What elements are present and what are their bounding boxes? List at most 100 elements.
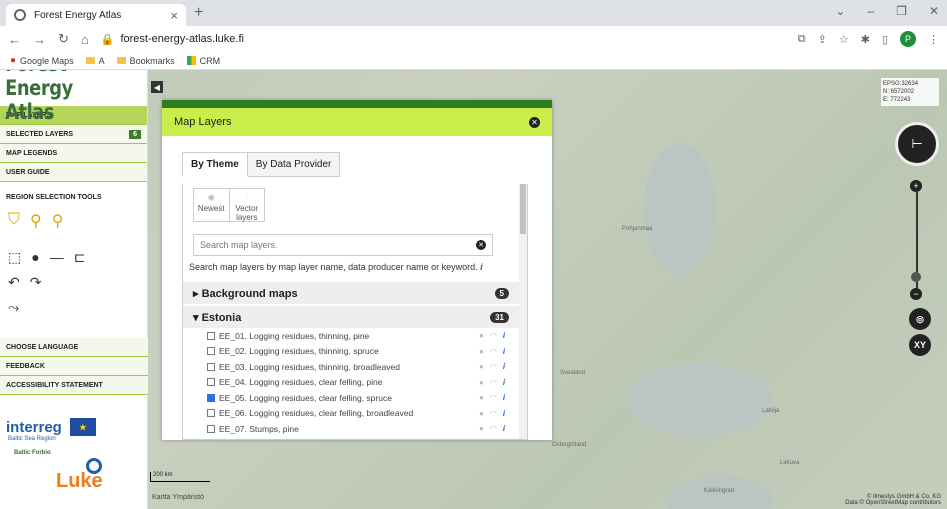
zoom-handle[interactable] [911, 272, 921, 282]
close-panel-icon[interactable]: ✕ [529, 116, 540, 128]
info-icon[interactable]: i [503, 362, 505, 371]
reload-icon[interactable]: ↻ [58, 31, 69, 47]
locate-me-button[interactable]: ◎ [909, 308, 931, 330]
app-logo[interactable]: Forest Energy Atlas [0, 70, 125, 124]
measure-icon[interactable]: ⤳ [8, 299, 19, 316]
zoom-slider[interactable]: + − [910, 180, 922, 300]
visibility-icon[interactable]: ◠ [490, 347, 497, 356]
opacity-icon[interactable]: ● [479, 347, 484, 356]
info-icon[interactable]: i [503, 424, 505, 433]
layer-row[interactable]: EE_04. Logging residues, clear felling, … [183, 375, 519, 391]
zoom-out-icon[interactable]: − [910, 288, 922, 300]
visibility-icon[interactable]: ◠ [490, 331, 497, 340]
forward-icon[interactable]: → [33, 32, 46, 47]
close-window-icon[interactable]: ✕ [929, 4, 939, 18]
layer-row[interactable]: EE_03. Logging residues, thinning, broad… [183, 359, 519, 375]
line-select-icon[interactable]: — [50, 249, 64, 266]
info-icon[interactable]: i [480, 262, 483, 272]
opacity-icon[interactable]: ● [479, 378, 484, 387]
layer-checkbox[interactable] [207, 362, 215, 371]
tab-by-theme[interactable]: By Theme [182, 152, 248, 177]
layer-search-input[interactable]: Search map layers. ✕ [193, 234, 493, 256]
visibility-icon[interactable]: ◠ [490, 424, 497, 433]
opacity-icon[interactable]: ● [479, 362, 484, 371]
nav-user-guide[interactable]: USER GUIDE [0, 163, 147, 182]
xy-button[interactable]: XY [909, 334, 931, 356]
nav-choose-language[interactable]: CHOOSE LANGUAGE [0, 338, 148, 357]
address-bar[interactable]: 🔒 forest-energy-atlas.luke.fi [101, 29, 786, 49]
polygon-select-icon[interactable]: ⛉ [8, 211, 20, 231]
bookmark-google-maps[interactable]: ● Google Maps [10, 55, 74, 66]
scale-bar: 200 km [150, 472, 210, 482]
extension-icon[interactable]: ⧉ [798, 33, 806, 46]
panel-scrollbar[interactable] [519, 184, 527, 439]
bookmarks-bar: ● Google Maps A Bookmarks CRM [0, 52, 947, 70]
box-select-icon[interactable]: ⬚ [8, 249, 21, 266]
layer-checkbox[interactable] [207, 331, 215, 340]
home-icon[interactable]: ⌂ [81, 32, 89, 47]
layer-name: EE_02. Logging residues, thinning, spruc… [219, 346, 379, 357]
info-icon[interactable]: i [503, 393, 505, 402]
info-icon[interactable]: i [503, 347, 505, 356]
menu-icon[interactable]: ⋮ [928, 33, 939, 46]
chevron-down-icon[interactable]: ⌄ [835, 4, 845, 18]
close-tab-icon[interactable]: × [170, 8, 178, 23]
back-icon[interactable]: ← [8, 32, 21, 47]
scrollbar-thumb[interactable] [520, 184, 526, 234]
info-icon[interactable]: i [503, 409, 505, 418]
layer-row[interactable]: EE_05. Logging residues, clear felling, … [183, 390, 519, 406]
info-icon[interactable]: i [503, 331, 505, 340]
visibility-icon[interactable]: ◠ [490, 378, 497, 387]
bookmark-a[interactable]: A [85, 56, 105, 66]
layer-checkbox[interactable] [207, 424, 215, 433]
filter-vector-layers[interactable]: ⫶ Vector layers [228, 189, 265, 222]
point-select-icon[interactable]: ● [31, 249, 39, 266]
sidepanel-icon[interactable]: ▯ [882, 33, 888, 46]
tab-by-data-provider[interactable]: By Data Provider [247, 152, 341, 177]
layer-row[interactable]: EE_07. Stumps, pine ● ◠ i [183, 421, 519, 437]
layer-checkbox[interactable] [207, 409, 215, 418]
opacity-icon[interactable]: ● [479, 331, 484, 340]
share-icon[interactable]: ⇪ [818, 33, 827, 46]
group-background-maps[interactable]: ▸ Background maps 5 [183, 282, 519, 304]
layer-checkbox[interactable] [207, 378, 215, 387]
maximize-icon[interactable]: ❐ [896, 4, 907, 18]
minimize-icon[interactable]: – [867, 4, 874, 18]
profile-avatar[interactable]: P [900, 31, 916, 47]
layer-row[interactable]: EE_02. Logging residues, thinning, spruc… [183, 344, 519, 360]
opacity-icon[interactable]: ● [479, 424, 484, 433]
group-estonia[interactable]: ▾ Estonia 31 [183, 306, 519, 328]
layer-row[interactable]: EE_08. Stumps, spruce●◠i [183, 437, 519, 440]
visibility-icon[interactable]: ◠ [490, 393, 497, 402]
nav-selected-layers[interactable]: SELECTED LAYERS 6 [0, 125, 147, 144]
collapse-sidebar-button[interactable]: ◀ [151, 81, 163, 93]
browser-tab[interactable]: Forest Energy Atlas × [6, 4, 186, 26]
redo-icon[interactable]: ↷ [30, 274, 42, 291]
bookmark-bookmarks[interactable]: Bookmarks [116, 56, 175, 66]
filter-newest[interactable]: ✺ Newest [194, 189, 229, 221]
area-select-icon[interactable]: ⊏ [74, 249, 86, 266]
compass-pan-control[interactable]: ⊢ [895, 122, 939, 166]
undo-icon[interactable]: ↶ [8, 274, 20, 291]
opacity-icon[interactable]: ● [479, 393, 484, 402]
nav-accessibility[interactable]: ACCESSIBILITY STATEMENT [0, 376, 148, 395]
star-icon[interactable]: ☆ [839, 33, 849, 46]
puzzle-icon[interactable]: ✱ [861, 33, 870, 46]
opacity-icon[interactable]: ● [479, 409, 484, 418]
chevron-right-icon: ▸ [193, 287, 199, 300]
rectangle-select-icon[interactable]: ⚲ [52, 211, 64, 231]
new-tab-icon[interactable]: + [194, 4, 203, 22]
layer-checkbox[interactable] [207, 393, 215, 402]
layer-checkbox[interactable] [207, 347, 215, 356]
bookmark-crm[interactable]: CRM [186, 56, 220, 66]
browser-toolbar: ← → ↻ ⌂ 🔒 forest-energy-atlas.luke.fi ⧉ … [0, 26, 947, 52]
circle-select-icon[interactable]: ⚲ [30, 211, 42, 231]
info-icon[interactable]: i [503, 378, 505, 387]
layer-row[interactable]: EE_01. Logging residues, thinning, pine ●… [183, 328, 519, 344]
nav-feedback[interactable]: FEEDBACK [0, 357, 148, 376]
layer-row[interactable]: EE_06. Logging residues, clear felling, … [183, 406, 519, 422]
nav-map-legends[interactable]: MAP LEGENDS [0, 144, 147, 163]
visibility-icon[interactable]: ◠ [490, 409, 497, 418]
visibility-icon[interactable]: ◠ [490, 362, 497, 371]
clear-search-icon[interactable]: ✕ [476, 240, 486, 250]
